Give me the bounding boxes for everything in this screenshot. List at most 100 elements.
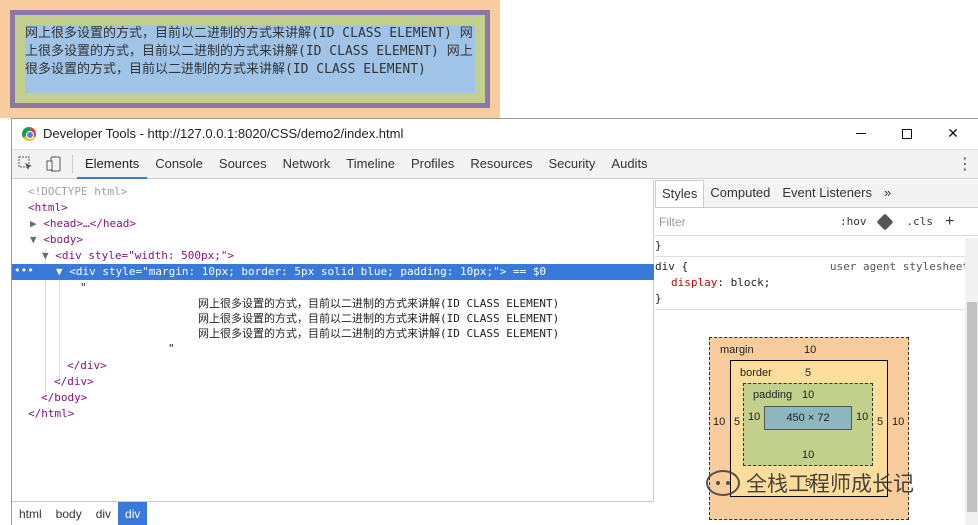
text-line-1: 网上很多设置的方式，目前以二进制的方式来讲解(ID CLASS ELEMENT) xyxy=(198,297,560,310)
close-icon: ✕ xyxy=(947,125,959,141)
rule-close: } xyxy=(655,292,662,305)
minimize-button[interactable] xyxy=(838,119,884,148)
border-left-value[interactable]: 5 xyxy=(734,416,740,428)
breadcrumb-html[interactable]: html xyxy=(12,502,49,525)
dom-html-close[interactable]: </html> xyxy=(28,406,74,422)
margin-right-value[interactable]: 10 xyxy=(892,416,904,428)
html-open-tag: <html> xyxy=(28,201,68,214)
outer-div-open-tag: <div style="width: 500px;"> xyxy=(55,249,235,262)
rule-declaration: display: block; xyxy=(655,275,978,291)
tab-profiles[interactable]: Profiles xyxy=(403,149,462,179)
collapse-arrow-icon[interactable]: ▼ xyxy=(42,249,55,262)
padding-bottom-value[interactable]: 10 xyxy=(802,449,814,461)
rendered-page-preview: 网上很多设置的方式，目前以二进制的方式来讲解(ID CLASS ELEMENT)… xyxy=(0,0,500,118)
collapse-arrow-icon[interactable]: ▼ xyxy=(30,233,43,246)
tab-elements[interactable]: Elements xyxy=(77,149,148,179)
styles-filter-input[interactable]: Filter xyxy=(659,215,834,229)
minimize-icon xyxy=(856,133,866,134)
close-button[interactable]: ✕ xyxy=(930,119,976,148)
inspect-element-button[interactable] xyxy=(12,150,40,178)
margin-left-value[interactable]: 10 xyxy=(713,416,725,428)
head-tag: <head>…</head> xyxy=(43,217,136,230)
expand-arrow-icon[interactable]: ▶ xyxy=(30,217,43,230)
class-toggle[interactable]: .cls xyxy=(907,215,934,228)
rule-selector[interactable]: div { xyxy=(655,260,688,273)
tab-security[interactable]: Security xyxy=(540,149,603,179)
maximize-button[interactable] xyxy=(884,119,930,148)
styles-scrollbar[interactable] xyxy=(965,238,978,525)
border-top-value[interactable]: 5 xyxy=(805,367,811,379)
text-node-quote-close: " xyxy=(168,341,175,357)
more-tabs-chevron-icon[interactable]: » xyxy=(878,180,897,207)
dom-inner-div-close[interactable]: </div> xyxy=(67,358,107,374)
property-value[interactable]: : block; xyxy=(717,276,770,289)
dom-doctype[interactable]: <!DOCTYPE html> xyxy=(28,184,127,200)
margin-label: margin xyxy=(720,344,754,356)
hover-state-toggle[interactable]: :hov xyxy=(840,215,867,228)
devtools-toolbar: Elements Console Sources Network Timelin… xyxy=(12,149,978,179)
padding-label: padding xyxy=(753,389,793,401)
rule-source-link[interactable]: user agent stylesheet xyxy=(830,259,969,275)
dom-outer-div-node[interactable]: ▼ <div style="width: 500px;"> xyxy=(42,248,234,264)
quote-open: " xyxy=(80,281,87,294)
box-model-content-size[interactable]: 450 × 72 xyxy=(764,406,852,430)
dom-body-close[interactable]: </body> xyxy=(41,390,87,406)
border-right-value[interactable]: 5 xyxy=(877,416,883,428)
padding-top-value[interactable]: 10 xyxy=(802,389,814,401)
tab-sources[interactable]: Sources xyxy=(211,149,275,179)
inspect-icon xyxy=(18,156,32,170)
tab-styles[interactable]: Styles xyxy=(655,180,705,207)
padding-right-value[interactable]: 10 xyxy=(856,411,868,423)
margin-top-value[interactable]: 10 xyxy=(804,344,816,356)
selected-div-tag: <div style="margin: 10px; border: 5px so… xyxy=(69,265,547,278)
collapse-arrow-icon[interactable]: ▼ xyxy=(56,265,69,278)
doctype-text: <!DOCTYPE html> xyxy=(28,185,128,198)
body-open-tag: <body> xyxy=(43,233,83,246)
preview-bordered-div: 网上很多设置的方式，目前以二进制的方式来讲解(ID CLASS ELEMENT)… xyxy=(10,10,490,108)
border-label: border xyxy=(740,367,772,379)
text-node-line-1[interactable]: 网上很多设置的方式，目前以二进制的方式来讲解(ID CLASS ELEMENT) xyxy=(198,296,559,312)
dom-selected-row[interactable]: ••• ▼ <div style="margin: 10px; border: … xyxy=(12,264,654,280)
tab-network[interactable]: Network xyxy=(275,149,339,179)
tab-timeline[interactable]: Timeline xyxy=(338,149,403,179)
tab-console[interactable]: Console xyxy=(147,149,211,179)
scrollbar-thumb[interactable] xyxy=(967,302,977,512)
window-titlebar: Developer Tools - http://127.0.0.1:8020/… xyxy=(12,119,978,148)
breadcrumb-div[interactable]: div xyxy=(89,502,118,525)
html-close-tag: </html> xyxy=(28,407,75,420)
dom-body-node[interactable]: ▼ <body> xyxy=(30,232,83,248)
new-rule-button[interactable]: + xyxy=(945,213,954,231)
padding-left-value[interactable]: 10 xyxy=(748,411,760,423)
selected-div-node[interactable]: ▼ <div style="margin: 10px; border: 5px … xyxy=(56,264,546,280)
tab-computed[interactable]: Computed xyxy=(704,180,776,207)
ua-style-rule: div { user agent stylesheet display: blo… xyxy=(655,257,978,310)
window-title: Developer Tools - http://127.0.0.1:8020/… xyxy=(43,126,404,141)
tab-resources[interactable]: Resources xyxy=(462,149,540,179)
tab-event-listeners[interactable]: Event Listeners xyxy=(776,180,878,207)
dom-head-node[interactable]: ▶ <head>…</head> xyxy=(30,216,136,232)
text-node-line-3[interactable]: 网上很多设置的方式，目前以二进制的方式来讲解(ID CLASS ELEMENT) xyxy=(198,326,559,342)
styles-tabs: Styles Computed Event Listeners » xyxy=(655,180,978,208)
color-palette-icon[interactable] xyxy=(876,213,893,230)
text-node-quote-open: " xyxy=(80,280,87,296)
watermark-text: 全栈工程师成长记 xyxy=(746,473,914,496)
outer-div-close-tag: </div> xyxy=(54,375,94,388)
text-node-line-2[interactable]: 网上很多设置的方式，目前以二进制的方式来讲解(ID CLASS ELEMENT) xyxy=(198,311,559,327)
row-actions-icon[interactable]: ••• xyxy=(14,264,34,280)
property-name[interactable]: display xyxy=(671,276,717,289)
breadcrumb-div-selected[interactable]: div xyxy=(118,501,148,525)
tree-guide-line xyxy=(59,266,60,384)
box-model-padding: padding 10 10 10 10 450 × 72 xyxy=(743,383,873,466)
dom-outer-div-close[interactable]: </div> xyxy=(54,374,94,390)
devtools-window: Developer Tools - http://127.0.0.1:8020/… xyxy=(11,118,978,525)
inner-div-close-tag: </div> xyxy=(67,359,107,372)
styles-filter-row: Filter :hov .cls + xyxy=(655,208,978,236)
dom-html-node[interactable]: <html> xyxy=(28,200,68,216)
body-close-tag: </body> xyxy=(41,391,88,404)
quote-close: " xyxy=(168,342,175,355)
elements-dom-tree: <!DOCTYPE html> <html> ▶ <head>…</head> … xyxy=(12,180,654,501)
tab-audits[interactable]: Audits xyxy=(603,149,655,179)
device-mode-button[interactable] xyxy=(40,150,68,178)
more-options-icon[interactable]: ⋮ xyxy=(957,150,973,180)
breadcrumb-body[interactable]: body xyxy=(49,502,89,525)
